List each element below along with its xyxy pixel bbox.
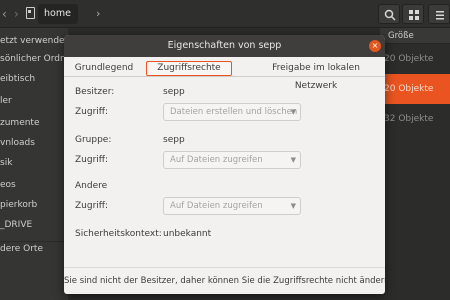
sidebar-item-home[interactable]: sönlicher Ordner <box>0 48 68 70</box>
sidebar-item-documents[interactable]: zumente <box>0 112 68 134</box>
tab-basic[interactable]: Grundlegend <box>66 59 142 77</box>
sidebar-item-desktop[interactable]: eibtisch <box>0 68 68 90</box>
owner-access-label: Zugriff: <box>75 107 109 117</box>
dialog-title: Eigenschaften von sepp <box>64 35 385 57</box>
group-access-select: Auf Dateien zugreifen ▼ <box>163 151 301 169</box>
sidebar-item-drive[interactable]: _DRIVE <box>0 214 68 236</box>
others-access-select: Auf Dateien zugreifen ▼ <box>163 197 301 215</box>
owner-value: sepp <box>163 87 185 97</box>
permissions-notice: Sie sind nicht der Besitzer, daher könne… <box>64 267 385 294</box>
group-label: Gruppe: <box>75 135 112 145</box>
file-manager-header: ‹ › home › <box>0 0 450 28</box>
chevron-down-icon: ▼ <box>290 156 296 164</box>
group-value: sepp <box>163 135 185 145</box>
owner-access-select: Dateien erstellen und löschen ▼ <box>163 103 301 121</box>
sidebar-item-music[interactable]: sik <box>0 152 68 174</box>
security-context-value: unbekannt <box>163 229 212 239</box>
view-toggle-button[interactable] <box>402 4 424 24</box>
group-access-label: Zugriff: <box>75 155 109 165</box>
file-row-size[interactable]: 20 Objekte <box>380 44 450 74</box>
others-access-value: Auf Dateien zugreifen <box>170 201 263 211</box>
sidebar: etzt verwendet sönlicher Ordner eibtisch… <box>0 28 68 300</box>
forward-arrow-icon[interactable]: › <box>14 6 24 22</box>
breadcrumb-home[interactable]: home <box>38 4 78 24</box>
column-header-size[interactable]: Größe <box>380 28 450 44</box>
chevron-down-icon: ▼ <box>290 108 296 116</box>
properties-dialog: Eigenschaften von sepp × Grundlegend Zug… <box>64 35 385 294</box>
grid-view-icon <box>409 10 419 20</box>
security-context-label: Sicherheitskontext: <box>75 229 162 239</box>
menu-button[interactable] <box>428 4 450 24</box>
back-arrow-icon[interactable]: ‹ <box>2 6 12 22</box>
dialog-tabs: Grundlegend Zugriffsrechte Freigabe im l… <box>64 59 385 91</box>
search-icon <box>384 9 396 21</box>
tab-permissions[interactable]: Zugriffsrechte <box>146 61 232 76</box>
chevron-down-icon: ▼ <box>290 202 296 210</box>
sidebar-item-other-locations[interactable]: dere Orte <box>0 238 68 260</box>
close-icon[interactable]: × <box>369 40 381 52</box>
others-access-label: Zugriff: <box>75 201 109 211</box>
hamburger-icon <box>436 11 444 20</box>
breadcrumb-next-arrow-icon[interactable]: › <box>96 6 100 22</box>
sidebar-item-pictures[interactable]: ler <box>0 90 68 112</box>
owner-access-value: Dateien erstellen und löschen <box>170 107 298 117</box>
owner-label: Besitzer: <box>75 87 115 97</box>
sidebar-item-videos[interactable]: eos <box>0 174 68 196</box>
file-row-size[interactable]: 32 Objekte <box>380 104 450 134</box>
sidebar-item-downloads[interactable]: vnloads <box>0 132 68 154</box>
group-access-value: Auf Dateien zugreifen <box>170 155 263 165</box>
home-folder-icon <box>26 7 35 19</box>
tab-local-network-share[interactable]: Freigabe im lokalen Netzwerk <box>250 59 382 91</box>
file-row-size-selected[interactable]: 20 Objekte <box>380 74 450 104</box>
sidebar-item-trash[interactable]: pierkorb <box>0 194 68 216</box>
search-button[interactable] <box>378 4 400 24</box>
others-label: Andere <box>75 181 108 191</box>
